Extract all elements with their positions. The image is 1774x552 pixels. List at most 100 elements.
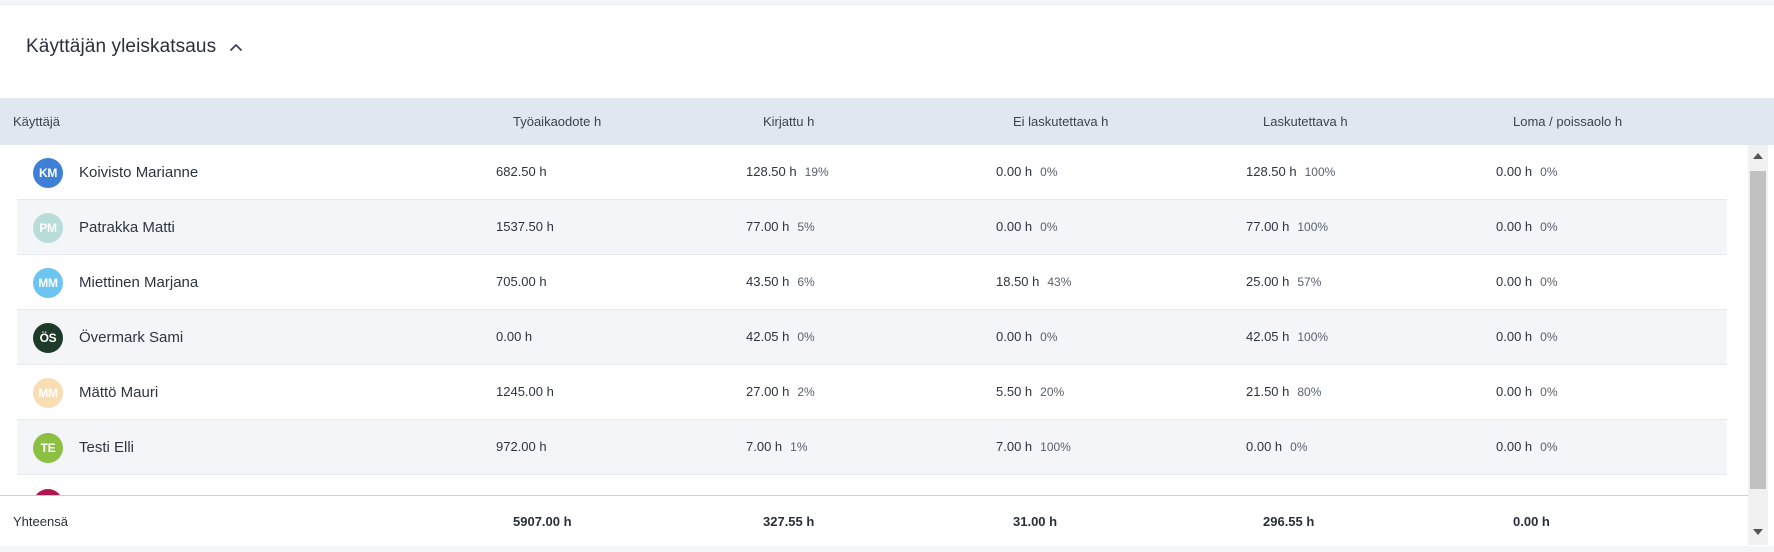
percentage-value: 100% [1297,330,1329,344]
table-body[interactable]: KM Koivisto Marianne 682.50 h 128.50 h 19% 0.… [0,145,1748,495]
user-name[interactable]: Mättö Mauri [79,384,158,401]
user-name[interactable]: Miettinen Marjana [79,274,198,291]
logged-hours-cell: 43.50 h 6% [746,274,815,289]
percentage-value: 0% [1040,165,1058,179]
percentage-value: 100% [1304,165,1336,179]
hours-value: 1537.50 h [496,219,554,234]
percentage-value: 0% [1540,220,1558,234]
hours-value: 42.05 h [1246,329,1290,344]
hours-value: 5.50 h [996,384,1033,399]
leave-hours-cell: 0.00 h 0% [1496,439,1558,454]
expected-hours-cell: 1537.50 h [496,219,554,234]
billable-hours-cell: 0.00 h 0% [1246,439,1308,454]
hours-value: 0.00 h [996,164,1033,179]
table-row[interactable]: TE Testi Elli 972.00 h 7.00 h 1% 7.00 h 100% 0.… [17,420,1727,475]
percentage-value: 20% [1040,385,1065,399]
section-title: Käyttäjän yleiskatsaus [26,36,217,57]
nonbillable-hours-cell: 0.00 h 0% [996,329,1058,344]
column-header-user[interactable]: Käyttäjä [13,114,60,129]
leave-hours-cell: 0.00 h 0% [1496,329,1558,344]
percentage-value: 80% [1297,385,1322,399]
hours-value: 972.00 h [496,439,547,454]
hours-value: 682.50 h [496,164,547,179]
nonbillable-hours-cell: 18.50 h 43% [996,274,1071,289]
column-header-billable-hours[interactable]: Laskutettava h [1263,114,1348,129]
leave-hours-cell: 0.00 h 0% [1496,164,1558,179]
percentage-value: 0% [1540,385,1558,399]
table-row[interactable]: MM Mättö Mauri 1245.00 h 27.00 h 2% 5.50 h 20%… [17,365,1727,420]
totals-row: Yhteensä 5907.00 h 327.55 h 31.00 h 296.… [0,495,1748,545]
percentage-value: 1% [790,440,808,454]
percentage-value: 0% [1040,220,1058,234]
hours-value: 7.00 h [746,439,783,454]
column-header-expected-hours[interactable]: Työaikaodote h [513,114,601,129]
expected-hours-cell: 0.00 h [496,329,532,344]
percentage-value: 100% [1297,220,1329,234]
percentage-value: 43% [1047,275,1072,289]
hours-value: 128.50 h [746,164,797,179]
hours-value: 0.00 h [996,329,1033,344]
section-header[interactable]: Käyttäjän yleiskatsaus [26,36,244,58]
nonbillable-hours-cell: 5.50 h 20% [996,384,1064,399]
hours-value: 1245.00 h [496,384,554,399]
scroll-up-arrow-icon[interactable] [1752,151,1764,161]
total-leave-hours: 0.00 h [1513,514,1550,529]
expected-hours-cell: 682.50 h [496,164,547,179]
hours-value: 77.00 h [746,219,790,234]
percentage-value: 0% [1290,440,1308,454]
hours-value: 0.00 h [1496,439,1533,454]
hours-value: 18.50 h [996,274,1040,289]
billable-hours-cell: 21.50 h 80% [1246,384,1321,399]
table-row[interactable]: PM Patrakka Matti 1537.50 h 77.00 h 5% 0.00 h… [17,200,1727,255]
nonbillable-hours-cell: 7.00 h 100% [996,439,1071,454]
totals-label: Yhteensä [13,514,68,529]
hours-value: 0.00 h [1496,274,1533,289]
column-header-logged-hours[interactable]: Kirjattu h [763,114,814,129]
nonbillable-hours-cell: 0.00 h 0% [996,219,1058,234]
hours-value: 0.00 h [1496,329,1533,344]
column-header-leave-hours[interactable]: Loma / poissaolo h [1513,114,1622,129]
expected-hours-cell: 705.00 h [496,274,547,289]
user-name[interactable]: Koivisto Marianne [79,164,198,181]
billable-hours-cell: 77.00 h 100% [1246,219,1328,234]
hours-value: 43.50 h [746,274,790,289]
hours-value: 77.00 h [1246,219,1290,234]
user-name[interactable]: Patrakka Matti [79,219,175,236]
billable-hours-cell: 25.00 h 57% [1246,274,1321,289]
percentage-value: 0% [1540,165,1558,179]
user-name[interactable]: Testi Elli [79,439,134,456]
scrollbar-thumb[interactable] [1750,171,1766,489]
hours-value: 7.00 h [996,439,1033,454]
percentage-value: 19% [804,165,829,179]
hours-value: 0.00 h [1246,439,1283,454]
total-nonbillable-hours: 31.00 h [1013,514,1058,529]
table-header: Käyttäjä Työaikaodote h Kirjattu h Ei la… [0,98,1774,145]
vertical-scrollbar[interactable] [1748,145,1768,545]
leave-hours-cell: 0.00 h 0% [1496,384,1558,399]
chevron-up-icon[interactable] [228,39,244,55]
percentage-value: 5% [797,220,815,234]
logged-hours-cell: 42.05 h 0% [746,329,815,344]
hours-value: 0.00 h [996,219,1033,234]
column-header-nonbillable-hours[interactable]: Ei laskutettava h [1013,114,1108,129]
hours-value: 705.00 h [496,274,547,289]
expected-hours-cell: 972.00 h [496,439,547,454]
scroll-down-arrow-icon[interactable] [1752,527,1764,537]
percentage-value: 6% [797,275,815,289]
hours-value: 25.00 h [1246,274,1290,289]
hours-value: 128.50 h [1246,164,1297,179]
hours-value: 42.05 h [746,329,790,344]
table-row[interactable]: ÖS Övermark Sami 0.00 h 42.05 h 0% 0.00 h 0% 42… [17,310,1727,365]
avatar: ÖS [33,323,63,353]
total-billable-hours: 296.55 h [1263,514,1315,529]
percentage-value: 100% [1040,440,1071,454]
leave-hours-cell: 0.00 h 0% [1496,219,1558,234]
expected-hours-cell: 1245.00 h [496,384,554,399]
table-row[interactable]: MM Miettinen Marjana 705.00 h 43.50 h 6% 18.5… [17,255,1727,310]
nonbillable-hours-cell: 0.00 h 0% [996,164,1058,179]
user-name[interactable]: Övermark Sami [79,329,183,346]
table-row[interactable]: KM Koivisto Marianne 682.50 h 128.50 h 19% 0.… [17,145,1727,200]
hours-value: 0.00 h [1496,164,1533,179]
percentage-value: 57% [1297,275,1322,289]
percentage-value: 0% [797,330,815,344]
